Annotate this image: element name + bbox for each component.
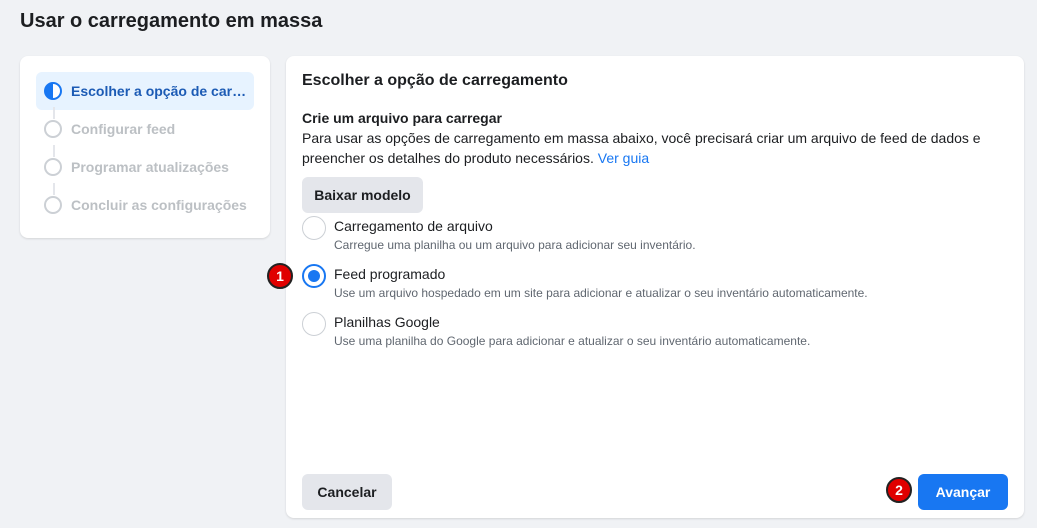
- option-description: Use uma planilha do Google para adiciona…: [334, 334, 811, 348]
- next-button[interactable]: Avançar: [918, 474, 1008, 510]
- panel-title: Escolher a opção de carregamento: [302, 72, 568, 89]
- option-description: Carregue uma planilha ou um arquivo para…: [334, 238, 696, 252]
- guide-link[interactable]: Ver guia: [598, 150, 649, 166]
- step-active-icon: [44, 82, 62, 100]
- option-scheduled-feed[interactable]: Feed programado Use um arquivo hospedado…: [302, 264, 1002, 304]
- radio-button[interactable]: [302, 312, 326, 336]
- section-heading: Crie um arquivo para carregar: [302, 110, 502, 126]
- step-configure-feed: Configurar feed: [36, 110, 254, 148]
- step-label: Escolher a opção de carre…: [71, 83, 247, 99]
- upload-option-panel: Escolher a opção de carregamento Crie um…: [286, 56, 1024, 518]
- step-label: Concluir as configurações: [71, 197, 247, 213]
- option-label: Feed programado: [334, 266, 446, 282]
- step-pending-icon: [44, 158, 62, 176]
- step-label: Programar atualizações: [71, 159, 229, 175]
- option-google-sheets[interactable]: Planilhas Google Use uma planilha do Goo…: [302, 312, 1002, 352]
- step-marker-2: 2: [886, 477, 912, 503]
- option-file-upload[interactable]: Carregamento de arquivo Carregue uma pla…: [302, 216, 1002, 256]
- step-pending-icon: [44, 120, 62, 138]
- option-label: Planilhas Google: [334, 314, 440, 330]
- step-finish-setup: Concluir as configurações: [36, 186, 254, 224]
- download-template-button[interactable]: Baixar modelo: [302, 177, 423, 213]
- description: Para usar as opções de carregamento em m…: [302, 128, 992, 168]
- step-marker-1: 1: [267, 263, 293, 289]
- step-schedule-updates: Programar atualizações: [36, 148, 254, 186]
- cancel-button[interactable]: Cancelar: [302, 474, 392, 510]
- radio-button[interactable]: [302, 216, 326, 240]
- option-description: Use um arquivo hospedado em um site para…: [334, 286, 868, 300]
- step-choose-upload-option[interactable]: Escolher a opção de carre…: [36, 72, 254, 110]
- step-pending-icon: [44, 196, 62, 214]
- step-label: Configurar feed: [71, 121, 176, 137]
- progress-stepper: Escolher a opção de carre… Configurar fe…: [20, 56, 270, 238]
- radio-button-selected[interactable]: [302, 264, 326, 288]
- page-title: Usar o carregamento em massa: [20, 10, 323, 32]
- option-label: Carregamento de arquivo: [334, 218, 493, 234]
